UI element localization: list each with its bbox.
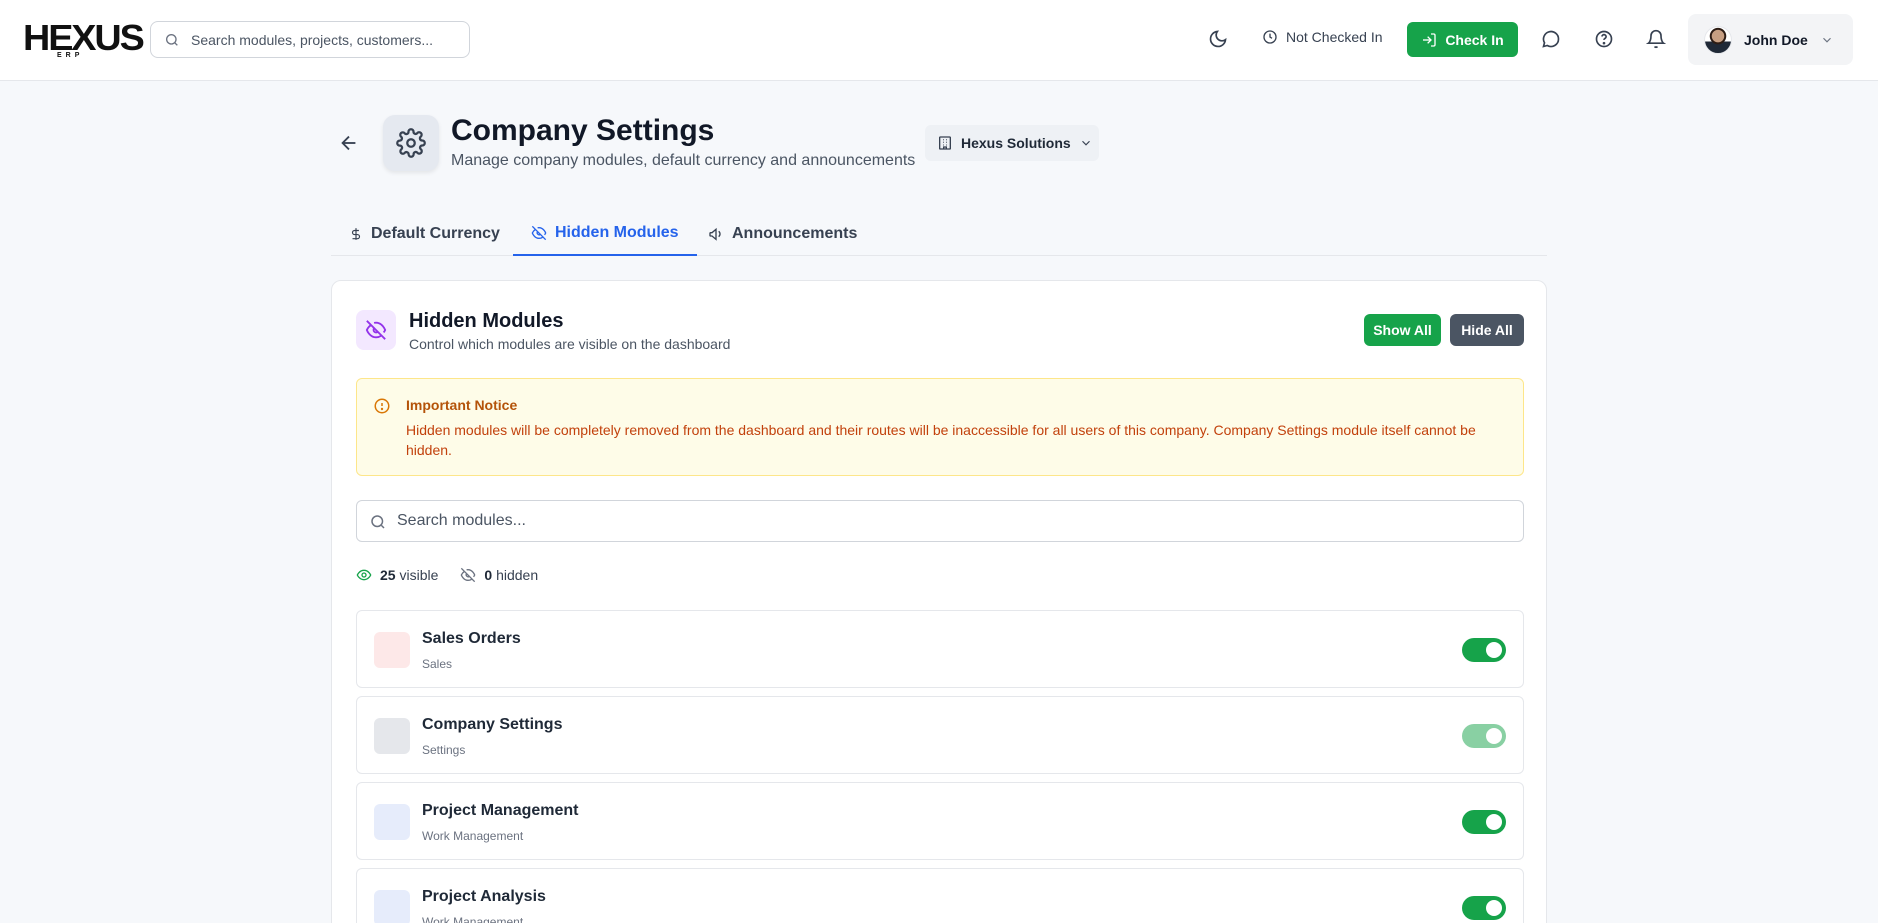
module-search-input[interactable] <box>397 501 1507 541</box>
messages-button[interactable] <box>1540 28 1562 50</box>
gear-icon <box>396 128 426 158</box>
module-name: Sales Orders <box>422 630 521 647</box>
tab-hidden-modules[interactable]: Hidden Modules <box>513 212 697 256</box>
visible-count-number: 25 <box>380 567 396 583</box>
module-name: Project Management <box>422 802 579 819</box>
hidden-modules-card: Hidden Modules Control which modules are… <box>331 280 1547 923</box>
module-visibility-toggle[interactable] <box>1462 896 1506 920</box>
user-menu[interactable]: John Doe <box>1688 14 1853 65</box>
megaphone-icon <box>709 227 721 241</box>
visible-count: 25 visible <box>356 567 438 583</box>
top-navigation-bar: HEXUS ERP Not Checked In Check In John D… <box>0 0 1878 81</box>
tab-label: Announcements <box>732 225 858 242</box>
module-row-company-settings: Company Settings Settings <box>356 696 1524 774</box>
tab-label: Default Currency <box>371 225 500 242</box>
check-in-button[interactable]: Check In <box>1407 22 1518 57</box>
logo-subtext: ERP <box>57 52 84 59</box>
alert-circle-icon <box>374 398 390 414</box>
help-button[interactable] <box>1593 28 1615 50</box>
hidden-count-label: hidden <box>496 567 539 583</box>
dollar-icon <box>351 228 361 240</box>
settings-tabs: Default Currency Hidden Modules Announce… <box>331 212 1547 256</box>
search-icon <box>166 34 178 46</box>
avatar <box>1704 25 1732 54</box>
chat-icon <box>1542 30 1560 48</box>
module-name: Company Settings <box>422 716 563 733</box>
module-name: Project Analysis <box>422 888 546 905</box>
module-visibility-toggle[interactable] <box>1462 638 1506 662</box>
eye-off-icon <box>460 567 476 583</box>
help-circle-icon <box>1595 30 1613 48</box>
module-row-sales-orders: Sales Orders Sales <box>356 610 1524 688</box>
hexus-logo[interactable]: HEXUS ERP <box>23 20 145 60</box>
module-counts: 25 visible 0 hidden <box>356 567 560 583</box>
section-icon <box>356 310 396 350</box>
module-category: Work Management <box>422 829 524 843</box>
company-name: Hexus Solutions <box>961 135 1071 151</box>
logo-text: HEXUS <box>23 17 145 58</box>
section-subtitle: Control which modules are visible on the… <box>409 336 731 352</box>
module-category: Sales <box>422 657 453 671</box>
module-category: Settings <box>422 743 466 757</box>
theme-toggle-button[interactable] <box>1207 28 1229 50</box>
check-in-label: Check In <box>1445 31 1504 48</box>
module-icon <box>374 890 410 923</box>
module-visibility-toggle[interactable] <box>1462 810 1506 834</box>
global-search[interactable] <box>150 21 470 58</box>
visible-count-label: visible <box>399 567 439 583</box>
notice-text: Hidden modules will be completely remove… <box>406 422 1476 458</box>
module-icon <box>374 632 410 668</box>
clock-icon <box>1263 30 1277 44</box>
chevron-down-icon <box>1822 37 1831 43</box>
tab-default-currency[interactable]: Default Currency <box>331 212 518 256</box>
arrow-left-icon <box>341 135 356 151</box>
login-icon <box>1423 32 1436 47</box>
module-category: Work Management <box>422 915 524 923</box>
bell-icon <box>1646 29 1666 49</box>
eye-icon <box>356 569 372 581</box>
chevron-down-icon <box>1081 140 1090 146</box>
module-icon <box>374 718 410 754</box>
module-list: Sales Orders Sales Company Settings Sett… <box>356 610 1524 923</box>
page-subtitle: Manage company modules, default currency… <box>451 152 916 169</box>
moon-icon <box>1209 30 1227 48</box>
important-notice: Important Notice Hidden modules will be … <box>356 378 1524 476</box>
eye-off-icon <box>365 320 387 340</box>
tab-announcements[interactable]: Announcements <box>690 212 875 256</box>
search-icon <box>371 515 385 529</box>
module-icon <box>374 804 410 840</box>
module-visibility-toggle-disabled <box>1462 724 1506 748</box>
show-all-button[interactable]: Show All <box>1364 314 1441 346</box>
tab-label: Hidden Modules <box>555 224 679 241</box>
hide-all-button[interactable]: Hide All <box>1450 314 1524 346</box>
settings-page-icon <box>383 115 439 171</box>
back-button[interactable] <box>338 132 360 154</box>
module-search[interactable] <box>356 500 1524 542</box>
company-selector[interactable]: Hexus Solutions <box>925 125 1099 161</box>
global-search-input[interactable] <box>191 22 461 57</box>
module-row-project-management: Project Management Work Management <box>356 782 1524 860</box>
eye-off-icon <box>531 225 547 241</box>
hidden-count-number: 0 <box>484 567 493 583</box>
notice-title: Important Notice <box>406 397 518 413</box>
module-row-project-analysis: Project Analysis Work Management <box>356 868 1524 923</box>
section-title: Hidden Modules <box>409 310 564 332</box>
hidden-count: 0 hidden <box>460 567 538 583</box>
status-text: Not Checked In <box>1286 29 1383 45</box>
building-icon <box>939 136 951 150</box>
page-title: Company Settings <box>451 114 715 147</box>
attendance-status: Not Checked In <box>1262 29 1383 45</box>
user-name: John Doe <box>1744 31 1808 48</box>
notifications-button[interactable] <box>1645 28 1667 50</box>
